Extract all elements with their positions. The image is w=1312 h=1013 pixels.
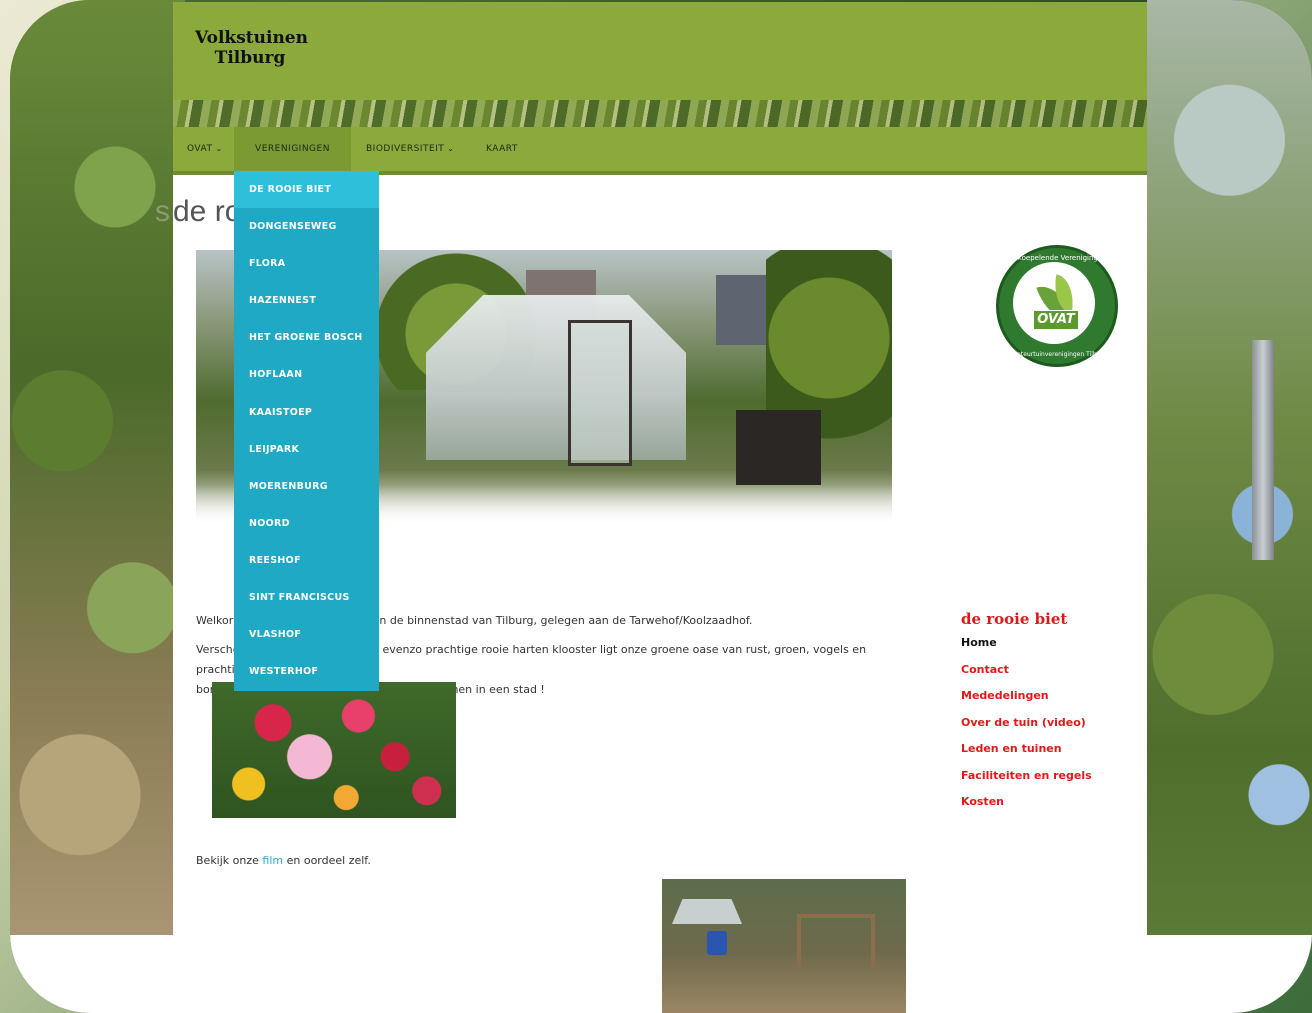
site-title-line2: Tilburg bbox=[214, 48, 286, 68]
garden-pole bbox=[1252, 340, 1274, 560]
film-before: Bekijk onze bbox=[196, 854, 263, 867]
dropdown-item-noord[interactable]: NOORD bbox=[234, 505, 379, 542]
logo-ring-top-text: Overkoepelende Vereniging van bbox=[1001, 254, 1113, 262]
nav-label-ovat: OVAT bbox=[187, 144, 213, 154]
logo-text: OVAT bbox=[1033, 310, 1079, 330]
film-link[interactable]: film bbox=[262, 854, 283, 867]
greenhouse-shape bbox=[426, 295, 686, 460]
sidebar-link-video[interactable]: Over de tuin (video) bbox=[961, 716, 1141, 743]
chevron-down-icon: ⌄ bbox=[215, 144, 223, 153]
dropdown-item-hoflaan[interactable]: HOFLAAN bbox=[234, 356, 379, 393]
greenhouse-door bbox=[568, 320, 632, 466]
nav-item-biodiversiteit[interactable]: BIODIVERSITEIT ⌄ bbox=[366, 127, 455, 171]
garden-background-left bbox=[10, 0, 185, 935]
nav-item-verenigingen[interactable]: VERENIGINGEN bbox=[234, 127, 351, 171]
page-title-ghost: s bbox=[155, 195, 170, 228]
sidebar-link-faciliteiten[interactable]: Faciliteiten en regels bbox=[961, 769, 1141, 796]
bench-shape bbox=[797, 914, 875, 968]
welcome-right: in de binnenstad van Tilburg, gelegen aa… bbox=[376, 614, 753, 627]
sidebar-link-home[interactable]: Home bbox=[961, 636, 1141, 663]
ovat-logo[interactable]: Overkoepelende Vereniging van OVAT Amate… bbox=[996, 245, 1118, 367]
dropdown-item-moerenburg[interactable]: MOERENBURG bbox=[234, 468, 379, 505]
p2-line1-left: Versche bbox=[196, 643, 240, 656]
main-navigation: OVAT ⌄ VERENIGINGEN BIODIVERSITEIT ⌄ KAART bbox=[173, 127, 1147, 171]
dropdown-item-westerhof[interactable]: WESTERHOF bbox=[234, 653, 379, 690]
film-paragraph: Bekijk onze film en oordeel zelf. bbox=[196, 854, 371, 867]
compost-bin bbox=[736, 410, 821, 485]
site-title-line1: Volkstuinen bbox=[195, 28, 308, 48]
sidebar-link-contact[interactable]: Contact bbox=[961, 663, 1141, 690]
dahlia-flowers-image bbox=[212, 682, 456, 818]
sidebar-link-mededelingen[interactable]: Mededelingen bbox=[961, 689, 1141, 716]
sidebar-link-leden[interactable]: Leden en tuinen bbox=[961, 742, 1141, 769]
dropdown-item-hazennest[interactable]: HAZENNEST bbox=[234, 282, 379, 319]
film-after: en oordeel zelf. bbox=[283, 854, 371, 867]
logo-ring-bottom-text: Amateurtuinverenigingen Tilburg bbox=[1007, 351, 1107, 358]
dropdown-item-leijpark[interactable]: LEIJPARK bbox=[234, 431, 379, 468]
dropdown-item-het-groene-bosch[interactable]: HET GROENE BOSCH bbox=[234, 319, 379, 356]
garden-bench-image bbox=[662, 879, 906, 1013]
page-title: de ro bbox=[173, 195, 242, 228]
dropdown-item-kaaistoep[interactable]: KAAISTOEP bbox=[234, 394, 379, 431]
dropdown-item-reeshof[interactable]: REESHOF bbox=[234, 542, 379, 579]
site-header: Volkstuinen Tilburg bbox=[173, 2, 1147, 100]
bottom-white-band bbox=[10, 935, 1312, 1013]
nav-label-biodiversiteit: BIODIVERSITEIT bbox=[366, 144, 445, 154]
nav-label-kaart: KAART bbox=[486, 144, 518, 154]
barrel-shape bbox=[707, 931, 727, 955]
sidebar-title: de rooie biet bbox=[961, 610, 1068, 628]
nav-item-ovat[interactable]: OVAT ⌄ bbox=[173, 127, 237, 171]
dropdown-item-de-rooie-biet[interactable]: DE ROOIE BIET bbox=[234, 171, 379, 209]
sidebar-menu: de rooie biet Home Contact Mededelingen … bbox=[961, 610, 1141, 822]
garden-background-right bbox=[1147, 0, 1312, 935]
nav-item-kaart[interactable]: KAART bbox=[486, 127, 518, 171]
nav-label-verenigingen: VERENIGINGEN bbox=[255, 144, 330, 154]
dropdown-item-dongenseweg[interactable]: DONGENSEWEG bbox=[234, 208, 379, 245]
verenigingen-dropdown: DE ROOIE BIET DONGENSEWEG FLORA HAZENNES… bbox=[234, 171, 379, 691]
dropdown-item-flora[interactable]: FLORA bbox=[234, 245, 379, 282]
greenhouse-shape bbox=[672, 899, 742, 924]
header-leaves-strip bbox=[173, 100, 1147, 127]
dropdown-item-vlashof[interactable]: VLASHOF bbox=[234, 616, 379, 653]
site-title[interactable]: Volkstuinen Tilburg bbox=[195, 28, 308, 68]
chevron-down-icon: ⌄ bbox=[447, 144, 455, 153]
dropdown-item-sint-franciscus[interactable]: SINT FRANCISCUS bbox=[234, 579, 379, 616]
logo-inner: OVAT bbox=[1013, 262, 1095, 344]
sidebar-link-kosten[interactable]: Kosten bbox=[961, 795, 1141, 822]
welcome-left: Welkor bbox=[196, 614, 234, 627]
